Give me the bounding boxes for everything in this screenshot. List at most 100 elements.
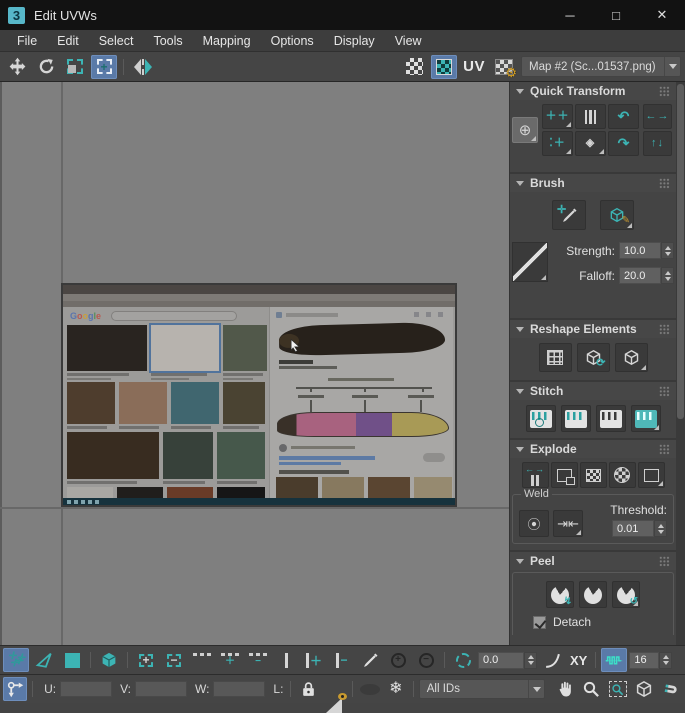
menu-view[interactable]: View: [386, 32, 431, 50]
grid-size-spinner[interactable]: 16: [629, 651, 673, 669]
align-horizontal-button[interactable]: ＋＋: [542, 104, 573, 129]
rotate-ccw-button[interactable]: ↶: [608, 104, 639, 129]
flatten-custom-button[interactable]: [637, 462, 665, 488]
move-button[interactable]: [4, 55, 30, 79]
zoom-button[interactable]: [579, 677, 603, 701]
stitch-custom-button[interactable]: [525, 405, 556, 432]
paint-select-button[interactable]: [357, 648, 383, 672]
edge-mode-button[interactable]: [31, 648, 57, 672]
paint-select-grow-button[interactable]: +: [385, 648, 411, 672]
flatten-by-material-button[interactable]: [579, 462, 607, 488]
scrollbar-thumb[interactable]: [677, 84, 684, 419]
soft-selection-spinner[interactable]: 0.0: [478, 651, 537, 669]
w-input[interactable]: [213, 681, 266, 697]
space-elements-button[interactable]: ◈: [575, 131, 606, 156]
spinner-arrows-icon[interactable]: [661, 242, 674, 259]
spinner-arrows-icon[interactable]: [661, 267, 674, 284]
zoom-to-gizmo-button[interactable]: [658, 677, 682, 701]
soft-selection-button[interactable]: [450, 648, 476, 672]
grow-edge-ring-button[interactable]: ＋: [301, 648, 327, 672]
linear-align-vertical-button[interactable]: [575, 104, 606, 129]
threshold-spinner[interactable]: 0.01: [612, 520, 667, 537]
reshape-header[interactable]: Reshape Elements: [510, 320, 676, 338]
menu-select[interactable]: Select: [90, 32, 143, 50]
uv-space-button[interactable]: [431, 54, 458, 79]
stitch-target-button[interactable]: [630, 405, 661, 432]
flatten-mapping-button[interactable]: [608, 462, 636, 488]
rotate-cw-button[interactable]: ↷: [608, 131, 639, 156]
flatten-by-smoothing-button[interactable]: [550, 462, 578, 488]
menu-display[interactable]: Display: [325, 32, 384, 50]
strength-value[interactable]: 10.0: [619, 242, 661, 259]
maximize-button[interactable]: □: [593, 0, 639, 30]
reset-peel-button[interactable]: ↺: [612, 581, 640, 608]
detach-checkbox[interactable]: [533, 615, 546, 629]
menu-options[interactable]: Options: [262, 32, 323, 50]
map-selector-dropdown[interactable]: Map #2 (Sc...01537.png): [521, 56, 681, 77]
material-id-dropdown[interactable]: All IDs: [418, 679, 546, 699]
polygon-mode-button[interactable]: [59, 648, 85, 672]
lock-selection-button[interactable]: [296, 677, 320, 701]
freeze-selected-button[interactable]: ❄: [384, 677, 408, 701]
explode-header[interactable]: Explode: [510, 440, 676, 458]
grid-size-value[interactable]: 16: [629, 651, 660, 669]
show-map-button[interactable]: [401, 55, 427, 79]
shrink-edge-loop-button[interactable]: −: [245, 648, 271, 672]
zoom-extents-button[interactable]: [632, 677, 656, 701]
relax-button[interactable]: ⟳: [576, 343, 610, 372]
filter-selected-faces-button[interactable]: [323, 677, 347, 713]
vertex-mode-button[interactable]: ✛ ✛ ✛ ✛: [3, 648, 29, 672]
pan-button[interactable]: [553, 677, 577, 701]
relax-brush-button[interactable]: ✎: [600, 200, 634, 230]
zoom-region-button[interactable]: [606, 677, 630, 701]
break-button[interactable]: ←→: [521, 462, 549, 488]
close-button[interactable]: ✕: [639, 0, 685, 30]
element-mode-button[interactable]: [96, 648, 122, 672]
grow-edge-loop-button[interactable]: ＋: [217, 648, 243, 672]
menu-tools[interactable]: Tools: [144, 32, 191, 50]
falloff-value[interactable]: 20.0: [619, 267, 661, 284]
falloff-curve-button[interactable]: [539, 648, 565, 672]
grow-selection-button[interactable]: +: [133, 648, 159, 672]
menu-mapping[interactable]: Mapping: [194, 32, 260, 50]
edge-ring-button[interactable]: [273, 648, 299, 672]
weld-selected-button[interactable]: ⇥⇤: [553, 510, 583, 537]
hide-selected-button[interactable]: [358, 677, 382, 701]
strength-spinner[interactable]: 10.0: [619, 242, 674, 259]
falloff-spinner[interactable]: 20.0: [619, 267, 674, 284]
freeform-mode-button[interactable]: +: [91, 54, 117, 79]
weld-to-target-button[interactable]: ⦿: [519, 510, 549, 537]
stitch-average-button[interactable]: [595, 405, 626, 432]
quick-peel-button[interactable]: ↯: [546, 581, 574, 608]
menu-edit[interactable]: Edit: [48, 32, 88, 50]
show-edge-distortion-button[interactable]: [601, 648, 628, 672]
peel-header[interactable]: Peel: [510, 552, 676, 570]
paint-select-shrink-button[interactable]: −: [413, 648, 439, 672]
align-pivot-button[interactable]: ⊕: [512, 117, 538, 143]
scale-button[interactable]: [62, 55, 88, 79]
menu-file[interactable]: File: [8, 32, 46, 50]
straighten-selection-button[interactable]: [614, 343, 648, 372]
spinner-arrows-icon[interactable]: [524, 651, 537, 669]
brush-falloff-shape-button[interactable]: [512, 242, 548, 282]
spinner-arrows-icon[interactable]: [659, 651, 673, 669]
quick-transform-header[interactable]: Quick Transform: [510, 82, 676, 100]
soft-selection-value[interactable]: 0.0: [478, 651, 524, 669]
brush-header[interactable]: Brush: [510, 174, 676, 192]
minimize-button[interactable]: ─: [547, 0, 593, 30]
threshold-value[interactable]: 0.01: [612, 520, 654, 537]
texture-options-button[interactable]: ⚙: [491, 55, 517, 79]
stitch-source-button[interactable]: [560, 405, 591, 432]
stitch-header[interactable]: Stitch: [510, 382, 676, 400]
move-brush-button[interactable]: ✛: [552, 200, 586, 230]
relax-until-flat-button[interactable]: [538, 343, 572, 372]
mirror-button[interactable]: [130, 55, 156, 79]
select-edge-loop-button[interactable]: [189, 648, 215, 672]
v-input[interactable]: [134, 681, 187, 697]
shrink-selection-button[interactable]: −: [161, 648, 187, 672]
distribute-horizontal-button[interactable]: ←→: [643, 104, 672, 129]
u-input[interactable]: [60, 681, 113, 697]
distribute-vertical-button[interactable]: ↑↓: [643, 131, 672, 156]
peel-mode-button[interactable]: [579, 581, 607, 608]
edge-ring-shrink-button[interactable]: −: [329, 648, 355, 672]
